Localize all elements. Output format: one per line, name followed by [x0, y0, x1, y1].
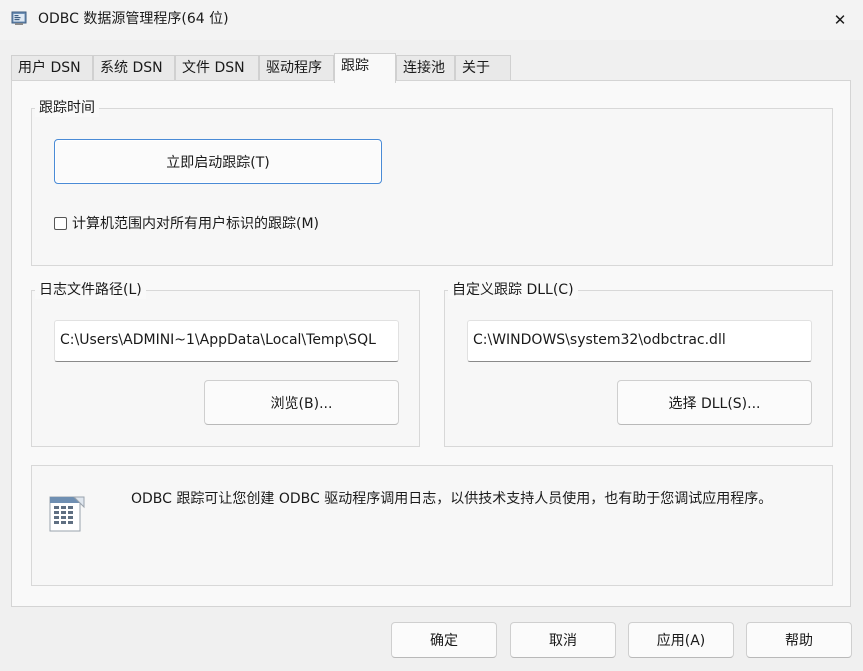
custom-trace-dll-group: 自定义跟踪 DLL(C) C:\WINDOWS\system32\odbctra…: [444, 281, 833, 447]
close-icon: ✕: [833, 11, 847, 29]
info-description: ODBC 跟踪可让您创建 ODBC 驱动程序调用日志，以供技术支持人员使用，也有…: [131, 491, 773, 507]
tracing-time-group: 跟踪时间 立即启动跟踪(T) 计算机范围内对所有用户标识的跟踪(M): [31, 99, 833, 266]
browse-button[interactable]: 浏览(B)...: [204, 380, 399, 425]
close-button[interactable]: ✕: [817, 0, 863, 40]
machine-wide-tracing-label: 计算机范围内对所有用户标识的跟踪(M): [72, 216, 320, 232]
help-button[interactable]: 帮助: [746, 622, 852, 658]
window-title: ODBC 数据源管理程序(64 位): [38, 11, 229, 27]
custom-trace-dll-group-label: 自定义跟踪 DLL(C): [448, 281, 578, 299]
cancel-button[interactable]: 取消: [510, 622, 616, 658]
tracing-tab-panel: 跟踪时间 立即启动跟踪(T) 计算机范围内对所有用户标识的跟踪(M) 日志文件路…: [11, 80, 851, 607]
tab-user-dsn[interactable]: 用户 DSN: [11, 55, 93, 81]
title-bar: ODBC 数据源管理程序(64 位) ✕: [0, 0, 863, 40]
machine-wide-tracing-checkbox[interactable]: 计算机范围内对所有用户标识的跟踪(M): [54, 213, 319, 233]
tracing-time-group-label: 跟踪时间: [35, 99, 99, 117]
tab-tracing[interactable]: 跟踪: [334, 53, 396, 83]
odbc-admin-icon: [11, 11, 27, 25]
tab-connection-pooling[interactable]: 连接池: [396, 55, 455, 81]
tab-file-dsn[interactable]: 文件 DSN: [175, 55, 259, 81]
tab-system-dsn[interactable]: 系统 DSN: [93, 55, 175, 81]
log-file-path-group-label: 日志文件路径(L): [35, 281, 146, 299]
info-panel: ODBC 跟踪可让您创建 ODBC 驱动程序调用日志，以供技术支持人员使用，也有…: [31, 465, 833, 586]
odbc-admin-window: ODBC 数据源管理程序(64 位) ✕ 用户 DSN 系统 DSN 文件 DS…: [0, 0, 863, 671]
apply-button[interactable]: 应用(A): [628, 622, 734, 658]
start-tracing-button[interactable]: 立即启动跟踪(T): [54, 139, 382, 184]
log-file-path-input[interactable]: C:\Users\ADMINI~1\AppData\Local\Temp\SQL: [54, 320, 399, 362]
tab-about[interactable]: 关于: [455, 55, 511, 81]
ok-button[interactable]: 确定: [391, 622, 497, 658]
log-file-path-group: 日志文件路径(L) C:\Users\ADMINI~1\AppData\Loca…: [31, 281, 420, 447]
select-dll-button[interactable]: 选择 DLL(S)...: [617, 380, 812, 425]
checkbox-box[interactable]: [54, 216, 67, 230]
log-document-icon: [49, 496, 85, 532]
tab-drivers[interactable]: 驱动程序: [259, 55, 334, 81]
custom-trace-dll-input[interactable]: C:\WINDOWS\system32\odbctrac.dll: [467, 320, 812, 362]
